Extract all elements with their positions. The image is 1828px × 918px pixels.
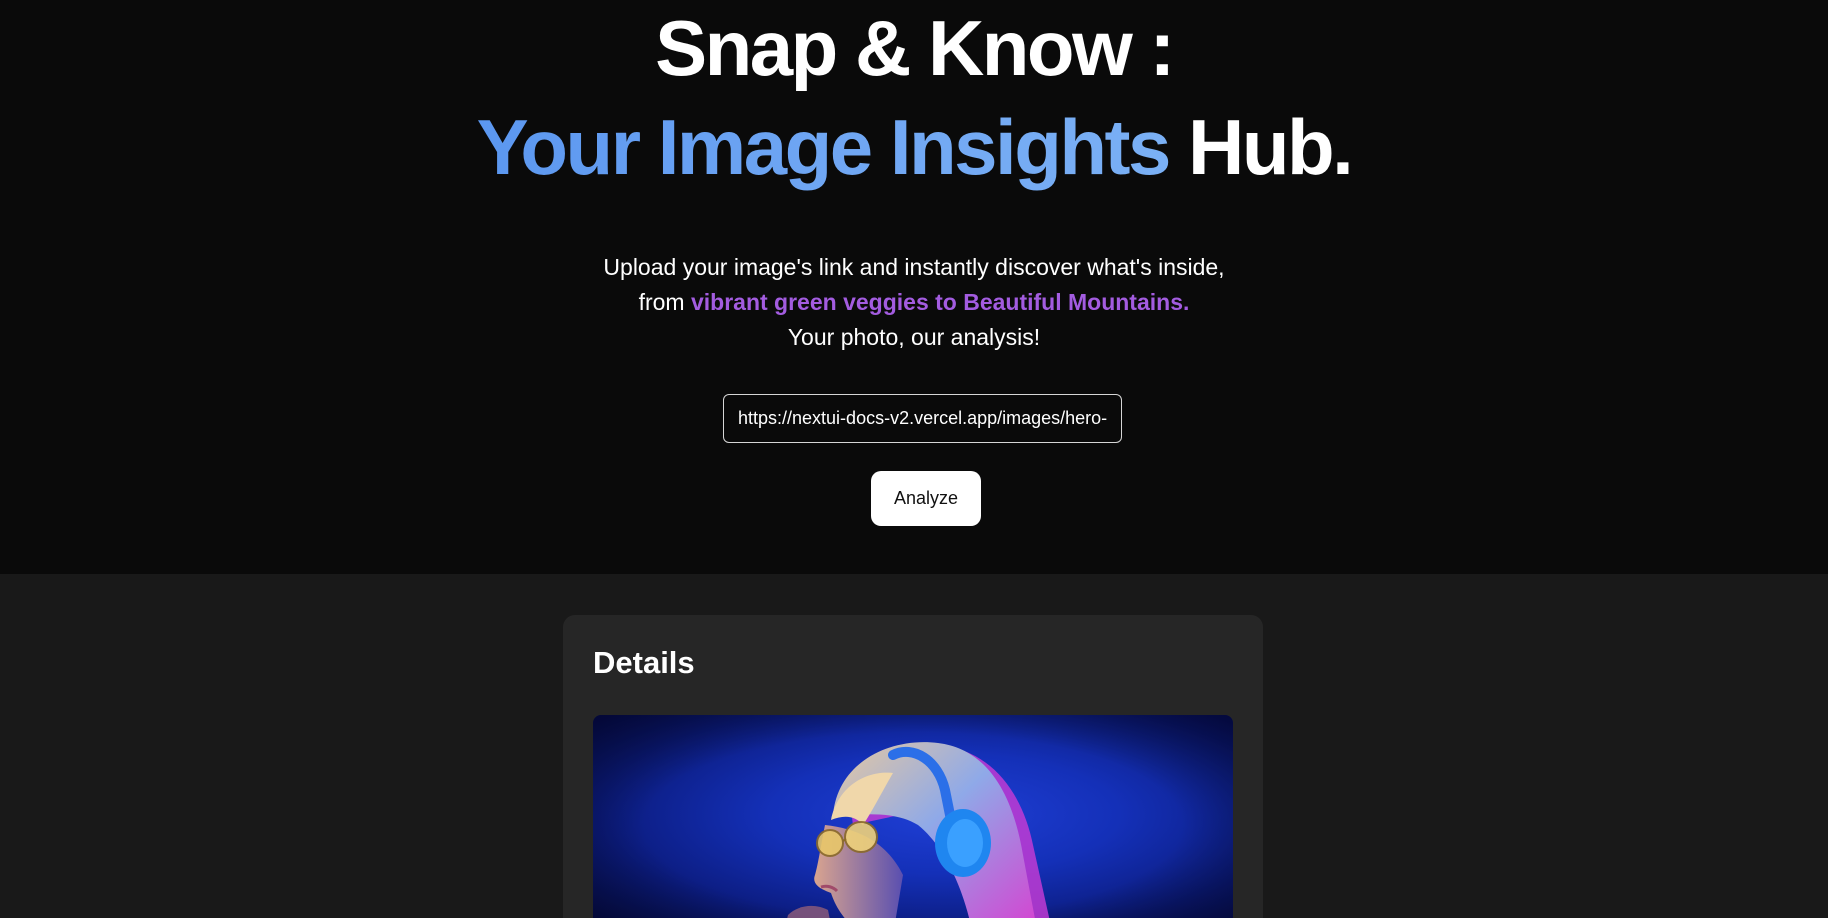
portrait-illustration bbox=[593, 715, 1233, 918]
details-card: Details bbox=[563, 615, 1263, 918]
analyze-button[interactable]: Analyze bbox=[871, 471, 981, 526]
hero-title-rest: Hub. bbox=[1168, 103, 1354, 191]
details-title: Details bbox=[593, 645, 695, 680]
image-url-input[interactable] bbox=[723, 394, 1122, 443]
hero-subtitle-line-2: from vibrant green veggies to Beautiful … bbox=[0, 285, 1828, 320]
hero-section: Snap & Know : Your Image Insights Hub. U… bbox=[0, 0, 1828, 574]
hero-title-line-2: Your Image Insights Hub. bbox=[0, 102, 1828, 192]
hero-subtitle-prefix: from bbox=[638, 289, 691, 315]
hero-subtitle-line-3: Your photo, our analysis! bbox=[787, 324, 1041, 350]
hero-subtitle-line-1: Upload your image's link and instantly d… bbox=[603, 254, 1225, 280]
hero-title-line-1: Snap & Know : bbox=[655, 4, 1175, 92]
hero-subtitle-accent: vibrant green veggies to Beautiful Mount… bbox=[690, 289, 1190, 315]
analyzed-image bbox=[593, 715, 1233, 918]
hero-title-accent: Your Image Insights bbox=[476, 103, 1172, 191]
